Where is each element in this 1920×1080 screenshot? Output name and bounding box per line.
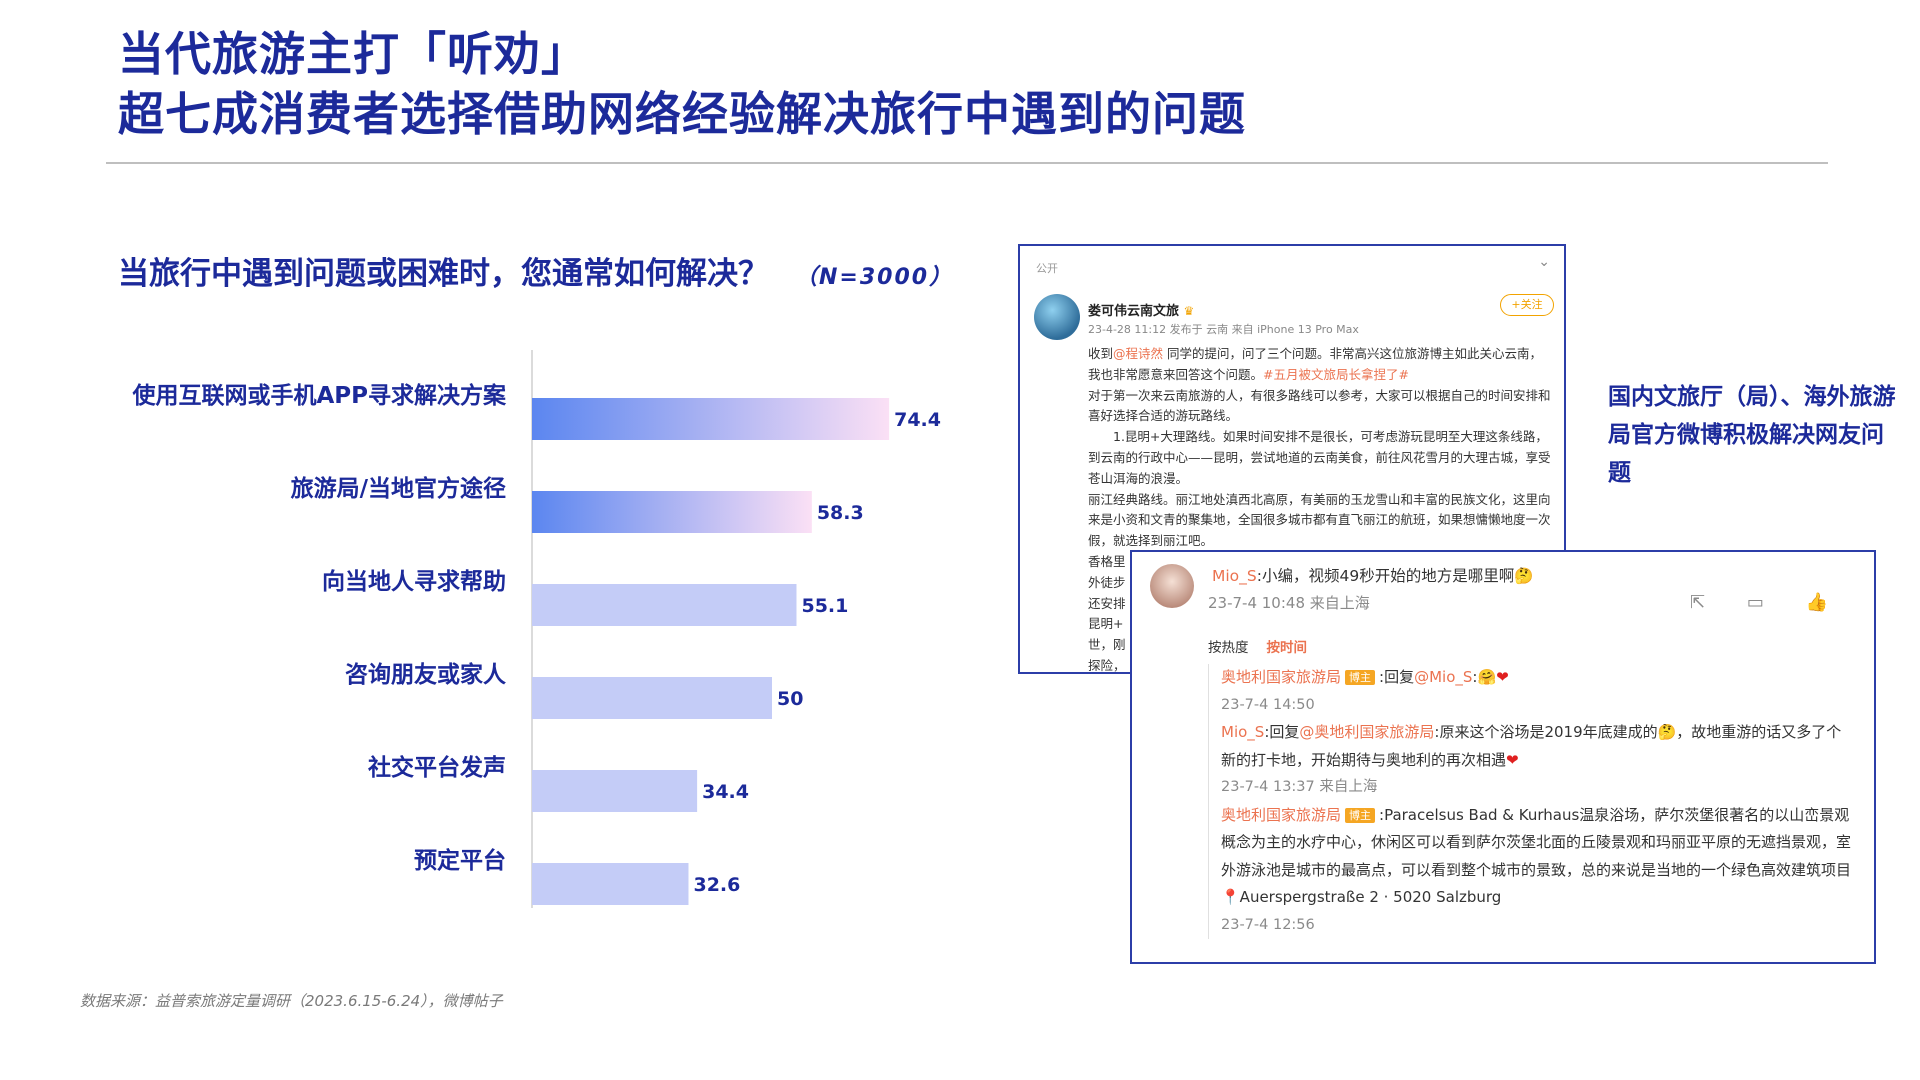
- reply-text: :🤗: [1472, 668, 1497, 686]
- bar: [532, 770, 698, 812]
- crown-icon: ♛: [1183, 304, 1195, 318]
- post-paragraph: 对于第一次来云南旅游的人，有很多路线可以参考，大家可以根据自己的时间安排和喜好选…: [1088, 387, 1551, 424]
- reply-text: :回复: [1379, 668, 1415, 686]
- reply-user[interactable]: Mio_S: [1221, 723, 1264, 741]
- survey-question: 当旅行中遇到问题或困难时，您通常如何解决？ （N=3000）: [118, 248, 953, 293]
- reply-text: :回复: [1264, 723, 1300, 741]
- title-line-2: 超七成消费者选择借助网络经验解决旅行中遇到的问题: [118, 87, 1246, 141]
- mention-link[interactable]: @Mio_S: [1414, 668, 1472, 686]
- reply-user[interactable]: 奥地利国家旅游局: [1221, 806, 1341, 824]
- category-label: 社交平台发声: [368, 754, 506, 781]
- mention-link[interactable]: @奥地利国家旅游局: [1299, 723, 1434, 741]
- data-label: 58.3: [817, 502, 864, 524]
- author-badge: 博主: [1345, 670, 1376, 685]
- post-meta: 23-4-28 11:12 发布于 云南 来自 iPhone 13 Pro Ma…: [1088, 323, 1359, 336]
- bar: [532, 677, 772, 719]
- title-line-1: 当代旅游主打「听劝」: [118, 27, 588, 81]
- category-label: 旅游局/当地官方途径: [291, 475, 506, 502]
- sample-size: （N=3000）: [795, 265, 954, 290]
- category-label: 使用互联网或手机APP寻求解决方案: [131, 382, 507, 409]
- comment-head: Mio_S:小编，视频49秒开始的地方是哪里啊🤔: [1212, 564, 1534, 586]
- post-visibility: 公开: [1036, 262, 1058, 275]
- title-divider: [106, 162, 1828, 164]
- reply-user[interactable]: 奥地利国家旅游局: [1221, 668, 1341, 686]
- comment-time: 23-7-4 10:48 来自上海: [1208, 594, 1370, 612]
- question-text: 当旅行中遇到问题或困难时，您通常如何解决？: [118, 256, 769, 292]
- post-paragraph: 1.昆明+大理路线。如果时间安排不是很长，可考虑游玩昆明至大理这条线路，到云南的…: [1088, 429, 1551, 486]
- category-label: 咨询朋友或家人: [345, 661, 507, 688]
- avatar[interactable]: [1034, 294, 1080, 340]
- data-label: 55.1: [801, 595, 848, 617]
- mention-link[interactable]: @程诗然: [1113, 346, 1163, 361]
- reply-time: 23-7-4 14:50: [1221, 696, 1315, 713]
- bar: [532, 491, 812, 533]
- avatar[interactable]: [1150, 564, 1194, 608]
- comment-text: :小编，视频49秒开始的地方是哪里啊🤔: [1256, 567, 1534, 585]
- data-label: 74.4: [894, 409, 941, 431]
- hashtag-link[interactable]: #五月被文旅局长拿捏了#: [1263, 367, 1409, 382]
- author-name: 娄可伟云南文旅: [1088, 304, 1180, 319]
- weibo-comment-screenshot: Mio_S:小编，视频49秒开始的地方是哪里啊🤔 23-7-4 10:48 来自…: [1130, 550, 1876, 964]
- data-label: 34.4: [702, 781, 749, 803]
- post-paragraph: 丽江经典路线。丽江地处滇西北高原，有美丽的玉龙雪山和丰富的民族文化，这里向来是小…: [1088, 491, 1551, 549]
- data-label: 50: [777, 688, 803, 710]
- author-badge: 博主: [1345, 807, 1376, 823]
- comment-user[interactable]: Mio_S: [1212, 567, 1257, 585]
- follow-button[interactable]: +关注: [1500, 294, 1554, 316]
- sort-tabs: 按热度 按时间: [1208, 636, 1307, 656]
- tab-time[interactable]: 按时间: [1267, 640, 1308, 656]
- data-label: 32.6: [693, 874, 740, 896]
- heart-icon: ❤: [1506, 750, 1519, 769]
- reply-time: 23-7-4 13:37 来自上海: [1221, 779, 1378, 795]
- list-item: 奥地利国家旅游局 博主:Paracelsus Bad & Kurhaus温泉浴场，…: [1221, 802, 1856, 912]
- category-label: 预定平台: [414, 847, 506, 874]
- bar: [532, 863, 689, 905]
- list-item: Mio_S:回复@奥地利国家旅游局:原来这个浴场是2019年底建成的🤔，故地重游…: [1221, 719, 1856, 774]
- category-label: 向当地人寻求帮助: [322, 568, 506, 595]
- reply-list: 奥地利国家旅游局 博主:回复@Mio_S:🤗❤ 23-7-4 14:50 Mio_…: [1208, 664, 1856, 939]
- comment-action-icons[interactable]: ⇱ ▭ 👍: [1690, 592, 1846, 613]
- bar: [532, 584, 797, 626]
- post-author[interactable]: 娄可伟云南文旅 ♛: [1088, 300, 1194, 319]
- chevron-down-icon[interactable]: ⌄: [1538, 254, 1550, 270]
- list-item: 奥地利国家旅游局 博主:回复@Mio_S:🤗❤: [1221, 664, 1856, 692]
- tab-hot[interactable]: 按热度: [1208, 640, 1249, 656]
- share-comment-like-icon[interactable]: ⇱ ▭ 👍: [1690, 592, 1846, 613]
- reply-time: 23-7-4 12:56: [1221, 916, 1315, 933]
- data-source: 数据来源：益普索旅游定量调研（2023.6.15-6.24），微博帖子: [80, 992, 503, 1010]
- side-annotation: 国内文旅厅（局）、海外旅游局官方微博积极解决网友问题: [1608, 384, 1896, 486]
- post-text: 收到: [1088, 346, 1114, 361]
- bar-chart: 使用互联网或手机APP寻求解决方案 74.4 旅游局/当地官方途径 58.3 向当地人寻…: [131, 350, 941, 908]
- heart-icon: ❤: [1496, 668, 1509, 686]
- bar: [532, 398, 890, 440]
- page-title: 当代旅游主打「听劝」 超七成消费者选择借助网络经验解决旅行中遇到的问题: [118, 24, 1246, 144]
